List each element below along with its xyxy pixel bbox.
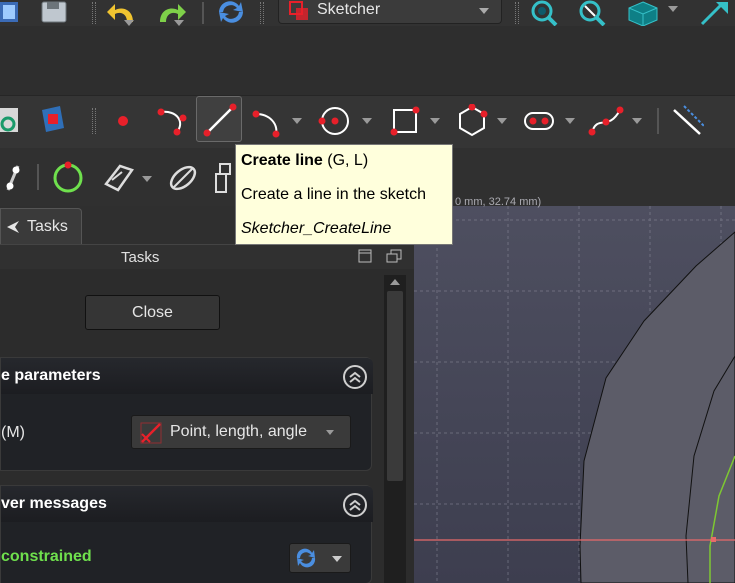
3d-viewport[interactable]	[414, 206, 735, 583]
create-external-geometry-icon[interactable]	[670, 104, 704, 138]
create-line-tooltip: Create line (G, L) Create a line in the …	[235, 144, 453, 245]
toolbar-separator	[37, 164, 39, 190]
create-polyline-icon[interactable]	[155, 104, 189, 138]
constrain-coincident-icon[interactable]	[0, 162, 26, 196]
toolbar-area	[0, 26, 735, 96]
create-rectangle-icon[interactable]	[388, 104, 422, 138]
create-line-button[interactable]	[196, 96, 242, 142]
sketcher-workbench-icon	[289, 1, 308, 20]
std-views-icon[interactable]	[625, 0, 661, 26]
constrain-block-icon[interactable]	[50, 160, 86, 196]
collapse-icon[interactable]	[343, 365, 367, 389]
chevron-down-icon[interactable]	[332, 556, 342, 562]
toolbar-separator	[202, 2, 204, 24]
construction-method-value: Point, length, angle	[170, 423, 307, 440]
tasks-icon	[7, 221, 19, 233]
solver-messages-header[interactable]: ver messages	[1, 486, 373, 522]
arc-dropdown-icon[interactable]	[292, 118, 302, 124]
cursor-coordinates: 0 mm, 32.74 mm)	[455, 196, 542, 208]
extend-edge-icon[interactable]	[214, 160, 236, 196]
task-panel-title: Tasks	[121, 249, 160, 266]
mode-label: (M)	[1, 424, 25, 441]
auto-update-button[interactable]	[289, 543, 351, 573]
solver-status: constrained	[1, 548, 92, 565]
create-arc-icon[interactable]	[250, 104, 284, 138]
panel-scrollbar[interactable]	[384, 275, 406, 583]
toolbar-separator	[657, 108, 659, 134]
solver-messages-title: ver messages	[1, 495, 107, 512]
float-panel-icon[interactable]	[386, 249, 402, 263]
selection-view-icon[interactable]	[0, 0, 22, 24]
freecad-window: Sketcher Tasks Tasks Close e parameters …	[0, 0, 735, 583]
tooltip-description: Create a line in the sketch	[241, 186, 426, 203]
maximize-icon[interactable]	[358, 249, 372, 263]
tooltip-title-row: Create line (G, L)	[241, 152, 368, 170]
tooltip-shortcut: (G, L)	[322, 152, 369, 169]
create-bspline-icon[interactable]	[588, 104, 624, 138]
refresh-icon[interactable]	[215, 0, 247, 24]
fillet-dropdown-icon[interactable]	[142, 176, 152, 182]
main-toolbar: Sketcher	[0, 0, 735, 26]
tab-tasks-label: Tasks	[27, 218, 68, 235]
double-chevron-up-icon	[349, 371, 361, 383]
circle-dropdown-icon[interactable]	[362, 118, 372, 124]
workbench-selector-value: Sketcher	[317, 1, 381, 18]
task-panel-titlebar: Tasks	[0, 245, 414, 269]
view-sketch-icon[interactable]	[0, 106, 22, 134]
view-section-icon[interactable]	[40, 106, 66, 134]
construction-method-select[interactable]: Point, length, angle	[131, 415, 351, 449]
toolbar-grip[interactable]	[92, 2, 96, 24]
create-point-icon[interactable]	[112, 110, 134, 132]
tab-tasks[interactable]: Tasks	[0, 208, 82, 244]
trim-edge-icon[interactable]	[165, 160, 201, 196]
rectangle-dropdown-icon[interactable]	[430, 118, 440, 124]
chevron-down-icon	[479, 8, 489, 14]
scroll-up-icon[interactable]	[390, 279, 400, 285]
refresh-icon	[296, 548, 316, 568]
double-chevron-up-icon	[349, 499, 361, 511]
line-parameters-title: e parameters	[1, 367, 101, 384]
slot-dropdown-icon[interactable]	[565, 118, 575, 124]
sketch-canvas[interactable]	[414, 206, 735, 583]
std-views-dropdown-icon[interactable]	[668, 6, 678, 12]
create-circle-icon[interactable]	[318, 104, 352, 138]
save-icon[interactable]	[40, 0, 68, 24]
fit-selection-icon[interactable]	[576, 0, 610, 26]
create-slot-icon[interactable]	[522, 104, 556, 138]
task-panel: Tasks Close e parameters (M) Point, leng…	[0, 244, 414, 583]
toolbar-grip[interactable]	[260, 2, 264, 24]
toolbar-grip[interactable]	[92, 108, 96, 134]
tooltip-command-name: Sketcher_CreateLine	[241, 220, 392, 237]
fit-all-icon[interactable]	[528, 0, 562, 26]
create-fillet-icon[interactable]	[100, 160, 136, 196]
create-polygon-icon[interactable]	[455, 104, 489, 138]
line-parameters-box: e parameters (M) Point, length, angle	[0, 357, 373, 471]
bspline-dropdown-icon[interactable]	[632, 118, 642, 124]
solver-messages-box: ver messages constrained	[0, 485, 373, 583]
undo-icon[interactable]	[107, 0, 139, 24]
toolbar-grip[interactable]	[515, 2, 519, 24]
polygon-dropdown-icon[interactable]	[497, 118, 507, 124]
chevron-down-icon	[326, 430, 334, 435]
collapse-icon[interactable]	[343, 493, 367, 517]
scrollbar-thumb[interactable]	[387, 291, 403, 481]
tooltip-title: Create line	[241, 152, 323, 169]
create-line-icon	[203, 103, 237, 137]
workbench-selector[interactable]: Sketcher	[278, 0, 502, 24]
line-parameters-header[interactable]: e parameters	[1, 358, 373, 394]
line-method-icon	[140, 422, 162, 444]
sketcher-geometries-toolbar	[0, 96, 735, 148]
measure-icon[interactable]	[700, 0, 730, 26]
close-button[interactable]: Close	[85, 295, 220, 330]
